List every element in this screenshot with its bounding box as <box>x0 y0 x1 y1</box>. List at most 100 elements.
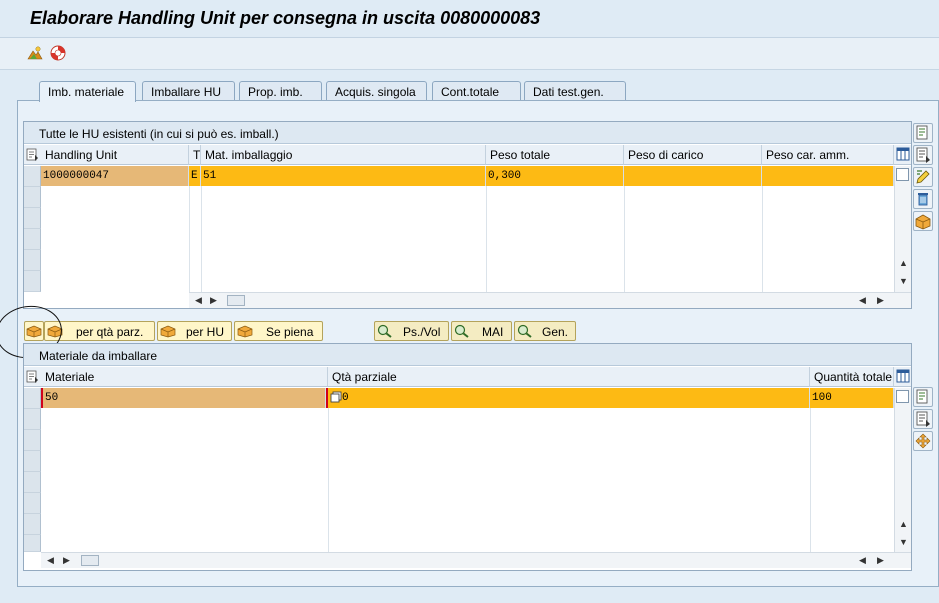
tab-label: Prop. imb. <box>248 85 303 99</box>
details-icon <box>916 125 928 140</box>
list-icon <box>916 411 930 427</box>
col-mat-imballaggio[interactable]: Mat. imballaggio <box>201 145 486 165</box>
tab-label: Imb. materiale <box>48 85 125 99</box>
pack-box-icon <box>160 325 176 338</box>
window-title: Elaborare Handling Unit per consegna in … <box>30 8 541 28</box>
cell-quantita-totale[interactable]: 100 <box>810 388 894 408</box>
col-quantita-totale[interactable]: Quantità totale <box>810 367 894 387</box>
hu-table: Tutte le HU esistenti (in cui si può es.… <box>23 121 912 309</box>
scroll-right-icon[interactable]: ▶ <box>877 295 884 306</box>
layout-menu-icon[interactable] <box>26 370 39 383</box>
col-peso-di-carico[interactable]: Peso di carico <box>624 145 762 165</box>
cell-qta-parziale[interactable]: 0 <box>340 388 810 408</box>
row-selector[interactable] <box>24 472 41 493</box>
button-label: Se piena <box>266 325 314 339</box>
magnifier-icon <box>454 324 469 338</box>
row-selector[interactable] <box>24 493 41 514</box>
display-button[interactable] <box>913 145 933 165</box>
row-selector[interactable] <box>24 271 41 292</box>
cell-t[interactable]: E <box>189 166 201 186</box>
scroll-left-icon[interactable]: ◀ <box>195 295 202 306</box>
tab-imb-materiale[interactable]: Imb. materiale <box>39 81 136 102</box>
scroll-left-icon[interactable]: ◀ <box>47 555 54 566</box>
cell-materiale[interactable]: 50 <box>43 388 326 408</box>
magnifier-icon <box>517 324 532 338</box>
weight-volume-button[interactable]: Ps./Vol <box>374 321 449 341</box>
button-label: per qtà parz. <box>76 325 144 339</box>
title-bar: Elaborare Handling Unit per consegna in … <box>0 0 939 38</box>
scroll-thumb[interactable] <box>81 555 99 566</box>
col-qta-parziale[interactable]: Qtà parziale <box>328 367 810 387</box>
scroll-right-icon[interactable]: ▶ <box>210 295 217 306</box>
scroll-right-icon[interactable]: ▶ <box>63 555 70 566</box>
cell-handling-unit[interactable]: 1000000047 <box>41 166 189 186</box>
tab-imballare-hu[interactable]: Imballare HU <box>142 81 235 101</box>
column-settings-icon[interactable] <box>896 369 910 383</box>
cell-mat-imballaggio[interactable]: 51 <box>201 166 486 186</box>
col-peso-car-amm[interactable]: Peso car. amm. <box>762 145 894 165</box>
help-ring-icon[interactable] <box>50 45 66 61</box>
scroll-down-arrow-icon[interactable]: ▼ <box>899 276 908 286</box>
scroll-right-icon[interactable]: ▶ <box>877 555 884 566</box>
tab-acquis-singola[interactable]: Acquis. singola <box>326 81 427 101</box>
tab-cont-totale[interactable]: Cont.totale <box>432 81 521 101</box>
gen-button[interactable]: Gen. <box>514 321 576 341</box>
application-toolbar <box>0 38 939 70</box>
cell-peso-di-carico[interactable] <box>624 166 762 186</box>
row-selector[interactable] <box>24 409 41 430</box>
material-table-hscrollbar[interactable]: ◀ ▶ ◀ ▶ <box>41 552 911 568</box>
column-settings-icon[interactable] <box>896 147 910 161</box>
display-button[interactable] <box>913 409 933 429</box>
layout-menu-icon[interactable] <box>26 148 39 161</box>
button-label: Gen. <box>542 325 569 339</box>
row-selector[interactable] <box>24 166 41 187</box>
scroll-up-arrow-icon[interactable]: ▲ <box>899 519 908 529</box>
pack-box-icon <box>237 325 253 338</box>
pack-per-hu-button[interactable]: per HU <box>157 321 232 341</box>
col-materiale[interactable]: Materiale <box>41 367 328 387</box>
tab-label: Imballare HU <box>151 85 222 99</box>
details-button[interactable] <box>913 387 933 407</box>
hu-table-hscrollbar[interactable]: ◀ ▶ ◀ ▶ <box>189 292 911 308</box>
unpack-button[interactable] <box>913 211 933 231</box>
row-selector[interactable] <box>24 535 41 552</box>
details-button[interactable] <box>913 123 933 143</box>
row-selector[interactable] <box>24 208 41 229</box>
overview-icon[interactable] <box>27 45 43 61</box>
col-handling-unit[interactable]: Handling Unit <box>41 145 189 165</box>
scroll-down-arrow-icon[interactable]: ▼ <box>899 537 908 547</box>
delete-button[interactable] <box>913 189 933 209</box>
row-selector[interactable] <box>24 430 41 451</box>
cell-peso-totale[interactable]: 0,300 <box>486 166 624 186</box>
scroll-left-icon[interactable]: ◀ <box>859 555 866 566</box>
move-button[interactable] <box>913 431 933 451</box>
pack-if-full-button[interactable]: Se piena <box>234 321 323 341</box>
row-selector[interactable] <box>24 451 41 472</box>
scroll-thumb[interactable] <box>227 295 245 306</box>
box-icon <box>915 214 931 230</box>
material-table-header: Materiale Qtà parziale Quantità totale <box>24 367 911 387</box>
material-table-title: Materiale da imballare <box>24 344 911 366</box>
row-selector[interactable] <box>24 514 41 535</box>
list-icon <box>916 147 930 163</box>
row-selector[interactable] <box>24 187 41 208</box>
edit-icon <box>916 170 930 184</box>
row-selector[interactable] <box>24 388 41 409</box>
row-selector[interactable] <box>24 229 41 250</box>
select-all-checkbox[interactable] <box>896 390 909 403</box>
row-selector[interactable] <box>24 250 41 271</box>
scroll-up-arrow-icon[interactable]: ▲ <box>899 258 908 268</box>
col-peso-totale[interactable]: Peso totale <box>486 145 624 165</box>
hu-table-vscrollbar[interactable]: ▲ ▼ <box>894 166 911 292</box>
tab-dati-test-gen[interactable]: Dati test.gen. <box>524 81 626 101</box>
mai-button[interactable]: MAI <box>451 321 512 341</box>
tab-label: Cont.totale <box>441 85 500 99</box>
hu-table-title: Tutte le HU esistenti (in cui si può es.… <box>24 122 911 144</box>
material-table-vscrollbar[interactable]: ▲ ▼ <box>894 388 911 552</box>
scroll-left-icon[interactable]: ◀ <box>859 295 866 306</box>
select-all-checkbox[interactable] <box>896 168 909 181</box>
tab-prop-imb[interactable]: Prop. imb. <box>239 81 322 101</box>
col-t[interactable]: T <box>189 145 201 165</box>
cell-peso-car-amm[interactable] <box>762 166 894 186</box>
change-button[interactable] <box>913 167 933 187</box>
